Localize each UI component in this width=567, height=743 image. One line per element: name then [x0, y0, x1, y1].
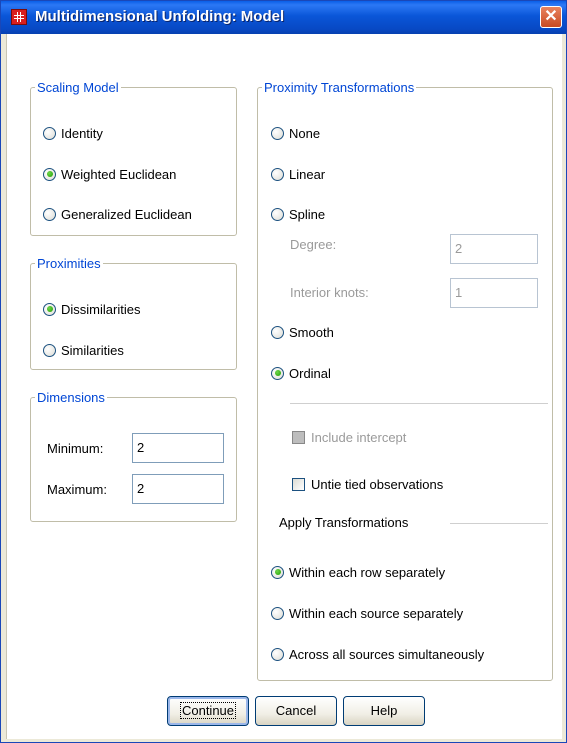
radio-indicator-selected	[271, 565, 284, 579]
radio-indicator	[271, 325, 284, 339]
include-intercept-label: Include intercept	[311, 429, 407, 445]
proximities-legend: Proximities	[37, 256, 101, 271]
radio-weighted-euclidean[interactable]: Weighted Euclidean	[43, 164, 176, 184]
radio-spline-label: Spline	[289, 206, 326, 222]
radio-weighted-euclidean-label: Weighted Euclidean	[61, 166, 177, 182]
interior-knots-input[interactable]: 1	[450, 278, 538, 308]
radio-indicator	[43, 207, 56, 221]
radio-spline[interactable]: Spline	[271, 204, 325, 224]
radio-indicator	[43, 126, 56, 140]
minimum-label: Minimum:	[47, 441, 104, 456]
radio-none[interactable]: None	[271, 123, 320, 143]
radio-within-each-source-label: Within each source separately	[289, 605, 464, 621]
radio-indicator	[271, 606, 284, 620]
radio-identity-label: Identity	[61, 125, 103, 141]
radio-indicator	[43, 343, 56, 357]
radio-indicator-selected	[271, 366, 284, 380]
radio-ordinal-label: Ordinal	[289, 365, 331, 381]
continue-button[interactable]: Continue	[167, 696, 249, 726]
help-button[interactable]: Help	[343, 696, 425, 726]
window-title: Multidimensional Unfolding: Model	[35, 8, 285, 25]
close-button[interactable]: ✕	[540, 6, 562, 28]
radio-similarities-label: Similarities	[61, 342, 124, 358]
checkbox-indicator	[292, 477, 305, 491]
ordinal-separator	[290, 403, 548, 404]
radio-none-label: None	[289, 125, 321, 141]
radio-identity[interactable]: Identity	[43, 123, 103, 143]
radio-generalized-euclidean-label: Generalized Euclidean	[61, 206, 192, 222]
radio-within-each-row-label: Within each row separately	[289, 564, 446, 580]
radio-indicator-selected	[43, 167, 56, 181]
continue-button-label: Continue	[179, 702, 237, 719]
radio-across-all-sources-label: Across all sources simultaneously	[289, 646, 485, 662]
proximity-transformations-legend: Proximity Transformations	[264, 80, 415, 95]
radio-indicator	[271, 167, 284, 181]
radio-similarities[interactable]: Similarities	[43, 340, 124, 360]
dimensions-legend: Dimensions	[37, 390, 105, 405]
minimum-input[interactable]: 2	[132, 433, 224, 463]
include-intercept-checkbox[interactable]: Include intercept	[292, 427, 406, 447]
apply-transformations-separator	[450, 523, 548, 524]
untie-tied-observations-checkbox[interactable]: Untie tied observations	[292, 474, 443, 494]
dialog-body: Scaling Model Identity Weighted Euclidea…	[6, 34, 562, 739]
degree-label: Degree:	[290, 237, 337, 252]
cancel-button[interactable]: Cancel	[255, 696, 337, 726]
scaling-model-legend: Scaling Model	[37, 80, 119, 95]
untie-tied-observations-label: Untie tied observations	[311, 476, 444, 492]
interior-knots-label: Interior knots:	[290, 285, 369, 300]
title-bar[interactable]: Multidimensional Unfolding: Model ✕	[1, 1, 566, 34]
radio-indicator	[271, 207, 284, 221]
radio-linear-label: Linear	[289, 166, 326, 182]
dialog-window: Multidimensional Unfolding: Model ✕ Scal…	[0, 0, 567, 743]
radio-linear[interactable]: Linear	[271, 164, 325, 184]
maximum-input[interactable]: 2	[132, 474, 224, 504]
radio-smooth-label: Smooth	[289, 324, 334, 340]
radio-indicator-selected	[43, 302, 56, 316]
apply-transformations-header: Apply Transformations	[279, 515, 409, 530]
maximum-label: Maximum:	[47, 482, 107, 497]
radio-within-each-source[interactable]: Within each source separately	[271, 603, 463, 623]
radio-indicator	[271, 647, 284, 661]
checkbox-indicator-disabled	[292, 430, 305, 444]
degree-input[interactable]: 2	[450, 234, 538, 264]
radio-dissimilarities-label: Dissimilarities	[61, 301, 141, 317]
radio-ordinal[interactable]: Ordinal	[271, 363, 331, 383]
radio-dissimilarities[interactable]: Dissimilarities	[43, 299, 140, 319]
radio-within-each-row[interactable]: Within each row separately	[271, 562, 445, 582]
radio-smooth[interactable]: Smooth	[271, 322, 334, 342]
app-grid-icon	[11, 9, 27, 25]
radio-across-all-sources[interactable]: Across all sources simultaneously	[271, 644, 484, 664]
radio-generalized-euclidean[interactable]: Generalized Euclidean	[43, 204, 192, 224]
radio-indicator	[271, 126, 284, 140]
